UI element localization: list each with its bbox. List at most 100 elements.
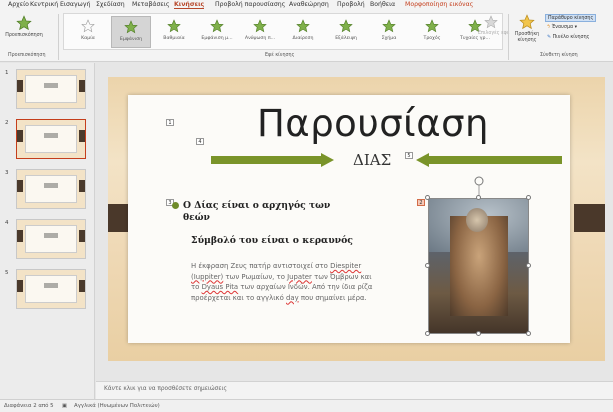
body-line[interactable]: Σύμβολό του είναι ο κεραυνός xyxy=(191,235,371,246)
animation-pane-label: Παράθυρο κίνησης xyxy=(548,16,594,21)
resize-handle[interactable] xyxy=(526,263,531,268)
thumbnail-band xyxy=(17,130,23,142)
animation-effect-item[interactable]: Βαθμιαία xyxy=(154,16,194,48)
spellcheck-icon[interactable]: ▣ xyxy=(62,403,67,409)
star-preview-icon xyxy=(16,15,32,31)
resize-handle[interactable] xyxy=(425,331,430,336)
animation-effect-label: Εμφάνιση μ... xyxy=(201,36,233,41)
tab-4[interactable]: Μεταβάσεις xyxy=(132,1,170,8)
slide-thumbnail[interactable] xyxy=(16,169,86,209)
animation-pane-button[interactable]: Παράθυρο κίνησης xyxy=(545,14,597,22)
resize-handle[interactable] xyxy=(476,331,481,336)
slide-content-card: 1 Παρουσίαση 4 ΔΙΑΣ 5 3 Ο Δίας είναι ο α… xyxy=(128,95,570,343)
animation-star-icon xyxy=(339,19,353,33)
animation-effect-item[interactable]: Εμφάνιση xyxy=(111,16,151,48)
animation-order-tag[interactable]: 5 xyxy=(405,152,413,159)
slide-thumbnail[interactable] xyxy=(16,69,86,109)
slide-number: 4 xyxy=(5,220,9,226)
animation-effect-item[interactable]: Ανύψωση π... xyxy=(240,16,280,48)
thumbnail-band xyxy=(79,180,85,192)
animation-effect-label: Καμία xyxy=(81,36,95,41)
tab-7[interactable]: Αναθεώρηση xyxy=(289,1,329,8)
animation-effect-item[interactable]: Εμφάνιση μ... xyxy=(197,16,237,48)
notes-pane[interactable]: Κάντε κλικ για να προσθέσετε σημειώσεις xyxy=(96,381,613,399)
animation-star-icon xyxy=(167,19,181,33)
paragraph-run: day xyxy=(286,293,299,302)
slide-number: 1 xyxy=(5,70,9,76)
animation-effect-label: Σχήμα xyxy=(381,36,397,41)
tab-9[interactable]: Βοήθεια xyxy=(370,1,395,8)
paragraph-run: Jupater xyxy=(287,272,312,281)
divider xyxy=(58,14,59,60)
notes-placeholder: Κάντε κλικ για να προσθέσετε σημειώσεις xyxy=(104,386,227,392)
slide-thumbnail[interactable] xyxy=(16,269,86,309)
bullet-label: Ο Δίας είναι ο αρχηγός των θεών xyxy=(183,200,331,223)
powerpoint-window: Αρχείο Κεντρική Εισαγωγή Σχεδίαση Μεταβάσεις… xyxy=(0,0,613,412)
brush-icon: ✎ xyxy=(547,35,552,40)
slide-subtitle[interactable]: ΔΙΑΣ xyxy=(353,151,391,169)
animation-order-tag[interactable]: 4 xyxy=(196,138,204,145)
add-animation-button[interactable]: Προσθήκη κίνησης xyxy=(510,14,544,43)
thumbnail-band xyxy=(79,230,85,242)
preview-button[interactable]: Προεπισκόπηση xyxy=(4,15,44,38)
effects-group-label: Εφέ κίνησης xyxy=(265,53,295,58)
effect-options-button[interactable]: Επιλογές εφέ xyxy=(478,15,509,36)
resize-handle[interactable] xyxy=(425,263,430,268)
animation-star-icon xyxy=(253,19,267,33)
tab-3[interactable]: Σχεδίαση xyxy=(96,1,125,8)
paragraph-run: Η έκφραση Ζευς πατήρ αντιστοιχεί στο xyxy=(191,262,331,270)
animation-effect-item[interactable]: Καμία xyxy=(68,16,108,48)
left-arrow-shape[interactable] xyxy=(416,153,562,167)
painter-label: Πινέλο κίνησης xyxy=(552,35,590,40)
animation-effect-item[interactable]: Διαίρεση xyxy=(283,16,323,48)
tab-6[interactable]: Προβολή παρουσίασης xyxy=(215,1,285,8)
animation-effect-item[interactable]: Σχήμα xyxy=(369,16,409,48)
tab-10[interactable]: Μορφοποίηση εικόνας xyxy=(405,1,473,8)
language-indicator[interactable]: Αγγλικά (Ηνωμένων Πολιτειών) xyxy=(74,403,160,409)
animation-star-icon xyxy=(296,19,310,33)
animation-painter-button[interactable]: ✎ Πινέλο κίνησης xyxy=(545,34,591,42)
animation-star-icon xyxy=(124,20,138,34)
decorative-band-right xyxy=(574,204,605,232)
advanced-group-label: Σύνθετη κίνηση xyxy=(540,53,578,58)
selection-box xyxy=(428,198,529,334)
trigger-button[interactable]: ϟ Έναυσμα ▾ xyxy=(545,24,579,32)
thumbnail-title xyxy=(44,233,58,238)
thumbnail-title xyxy=(44,133,58,138)
thumbnail-title xyxy=(44,183,58,188)
effect-options-icon xyxy=(484,15,498,29)
thumbnail-title xyxy=(44,83,58,88)
animation-order-tag[interactable]: 1 xyxy=(166,119,174,126)
tab-5[interactable]: Κινήσεις xyxy=(174,1,205,9)
preview-group-label: Προεπισκόπηση xyxy=(8,53,46,58)
animation-star-icon xyxy=(210,19,224,33)
animation-effect-item[interactable]: Εξάλειψη xyxy=(326,16,366,48)
slide-counter: Διαφάνεια 2 από 5 xyxy=(4,403,54,409)
ribbon: Προεπισκόπηση Προεπισκόπηση Καμία Εμφάνισ… xyxy=(0,11,613,62)
animation-effect-item[interactable]: Τροχός xyxy=(412,16,452,48)
resize-handle[interactable] xyxy=(526,195,531,200)
right-arrow-shape[interactable] xyxy=(211,153,334,167)
tab-2[interactable]: Εισαγωγή xyxy=(60,1,90,8)
paragraph-run: που σημαίνει μέρα. xyxy=(298,293,367,302)
bullet-text[interactable]: Ο Δίας είναι ο αρχηγός των θεών xyxy=(172,200,348,224)
body-paragraph[interactable]: Η έκφραση Ζευς πατήρ αντιστοιχεί στο Die… xyxy=(191,261,374,303)
thumbnail-title xyxy=(44,283,58,288)
tab-0[interactable]: Αρχείο xyxy=(8,1,29,8)
slide-number: 2 xyxy=(5,120,9,126)
resize-handle[interactable] xyxy=(476,195,481,200)
lightning-icon: ϟ xyxy=(547,25,551,30)
animation-star-icon xyxy=(425,19,439,33)
tab-1[interactable]: Κεντρική xyxy=(30,1,58,8)
thumbnail-band xyxy=(17,180,23,192)
resize-handle[interactable] xyxy=(526,331,531,336)
slide-thumbnail[interactable] xyxy=(16,119,86,159)
status-bar: Διαφάνεια 2 από 5 ▣ Αγγλικά (Ηνωμένων Πο… xyxy=(0,399,613,412)
divider xyxy=(508,14,509,60)
animation-order-tag[interactable]: 2 xyxy=(417,199,425,206)
tab-8[interactable]: Προβολή xyxy=(337,1,365,8)
slide-title[interactable]: Παρουσίαση xyxy=(238,102,508,145)
add-animation-label: Προσθήκη κίνησης xyxy=(514,32,540,43)
resize-handle[interactable] xyxy=(425,195,430,200)
slide-thumbnail[interactable] xyxy=(16,219,86,259)
